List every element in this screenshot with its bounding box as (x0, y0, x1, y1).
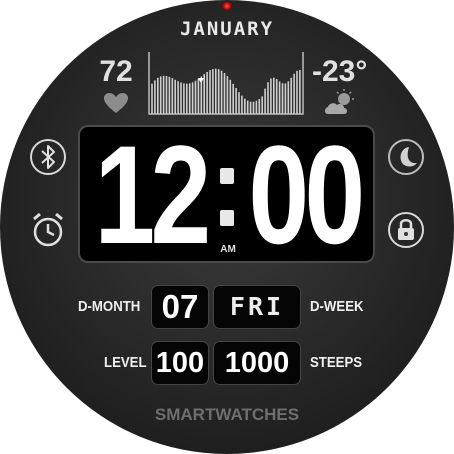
brand-label: SMARTWATCHES (154, 405, 300, 424)
day-of-month-label: D-MONTH (78, 298, 141, 315)
status-indicator-dot (222, 2, 232, 10)
steps-value: 1000 (213, 341, 301, 385)
day-of-week-value: FRI (213, 285, 301, 329)
temperature-value: -23° (312, 55, 368, 88)
clock-hours: 12 (94, 116, 211, 273)
level-label: LEVEL (104, 354, 147, 371)
alarm-icon[interactable] (28, 210, 68, 250)
colon-bottom-dot (220, 210, 234, 226)
clock-minutes: 00 (248, 116, 365, 273)
heart-rate-value: 72 (99, 55, 133, 88)
level-value: 100 (151, 341, 209, 385)
heart-rate-graph (148, 52, 304, 115)
colon-top-dot (220, 168, 234, 184)
month-label: JANUARY (179, 18, 275, 40)
heart-icon (103, 92, 129, 118)
lock-icon[interactable] (386, 210, 426, 250)
day-of-month-value: 07 (151, 285, 209, 329)
watch-face: JANUARY 72 -23° 12 00 AM D-MONTH 07 FRI … (0, 0, 454, 454)
am-pm-indicator: AM (220, 244, 236, 255)
day-of-week-label: D-WEEK (310, 298, 364, 315)
bluetooth-icon[interactable] (28, 137, 68, 177)
moon-icon[interactable] (386, 137, 426, 177)
steps-label: STEEPS (310, 354, 363, 371)
